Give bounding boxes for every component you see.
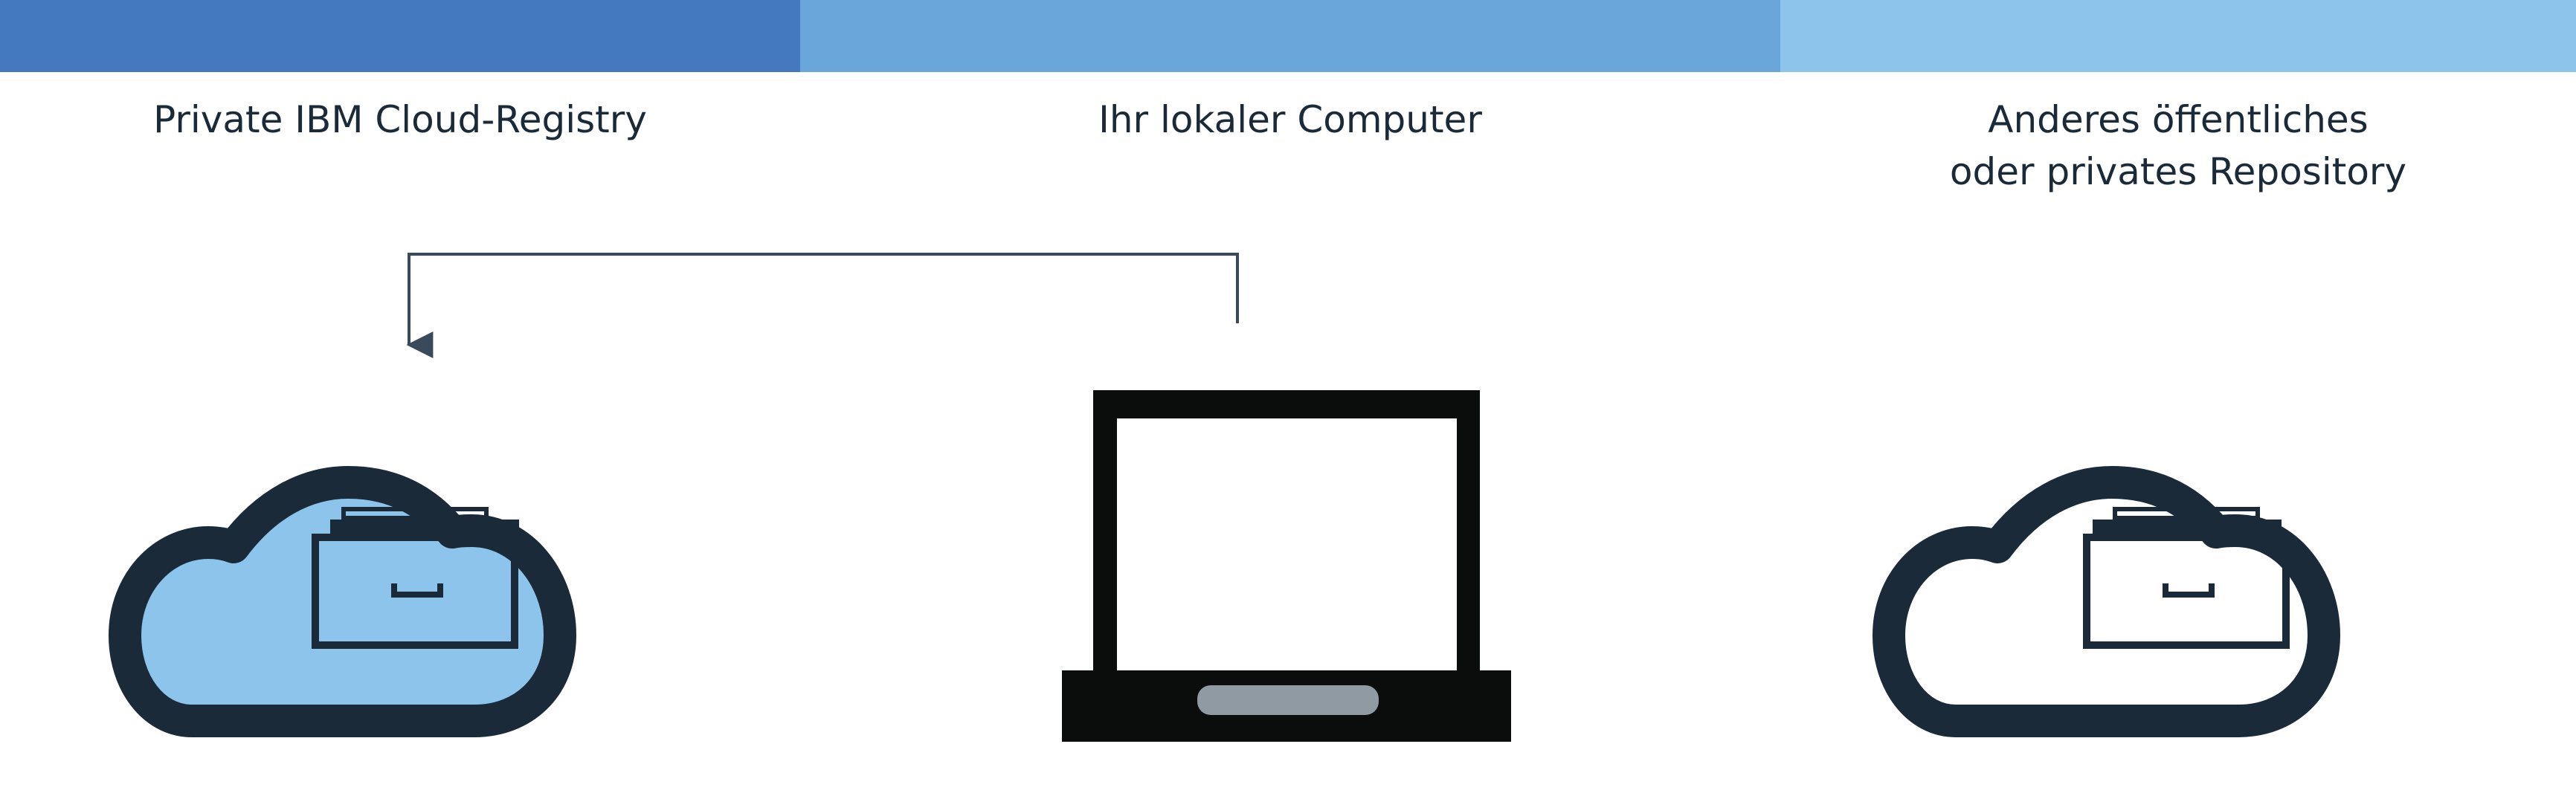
laptop-icon: [1062, 390, 1511, 742]
diagram-canvas: [109, 253, 2340, 742]
push-arrow: [406, 253, 1239, 358]
